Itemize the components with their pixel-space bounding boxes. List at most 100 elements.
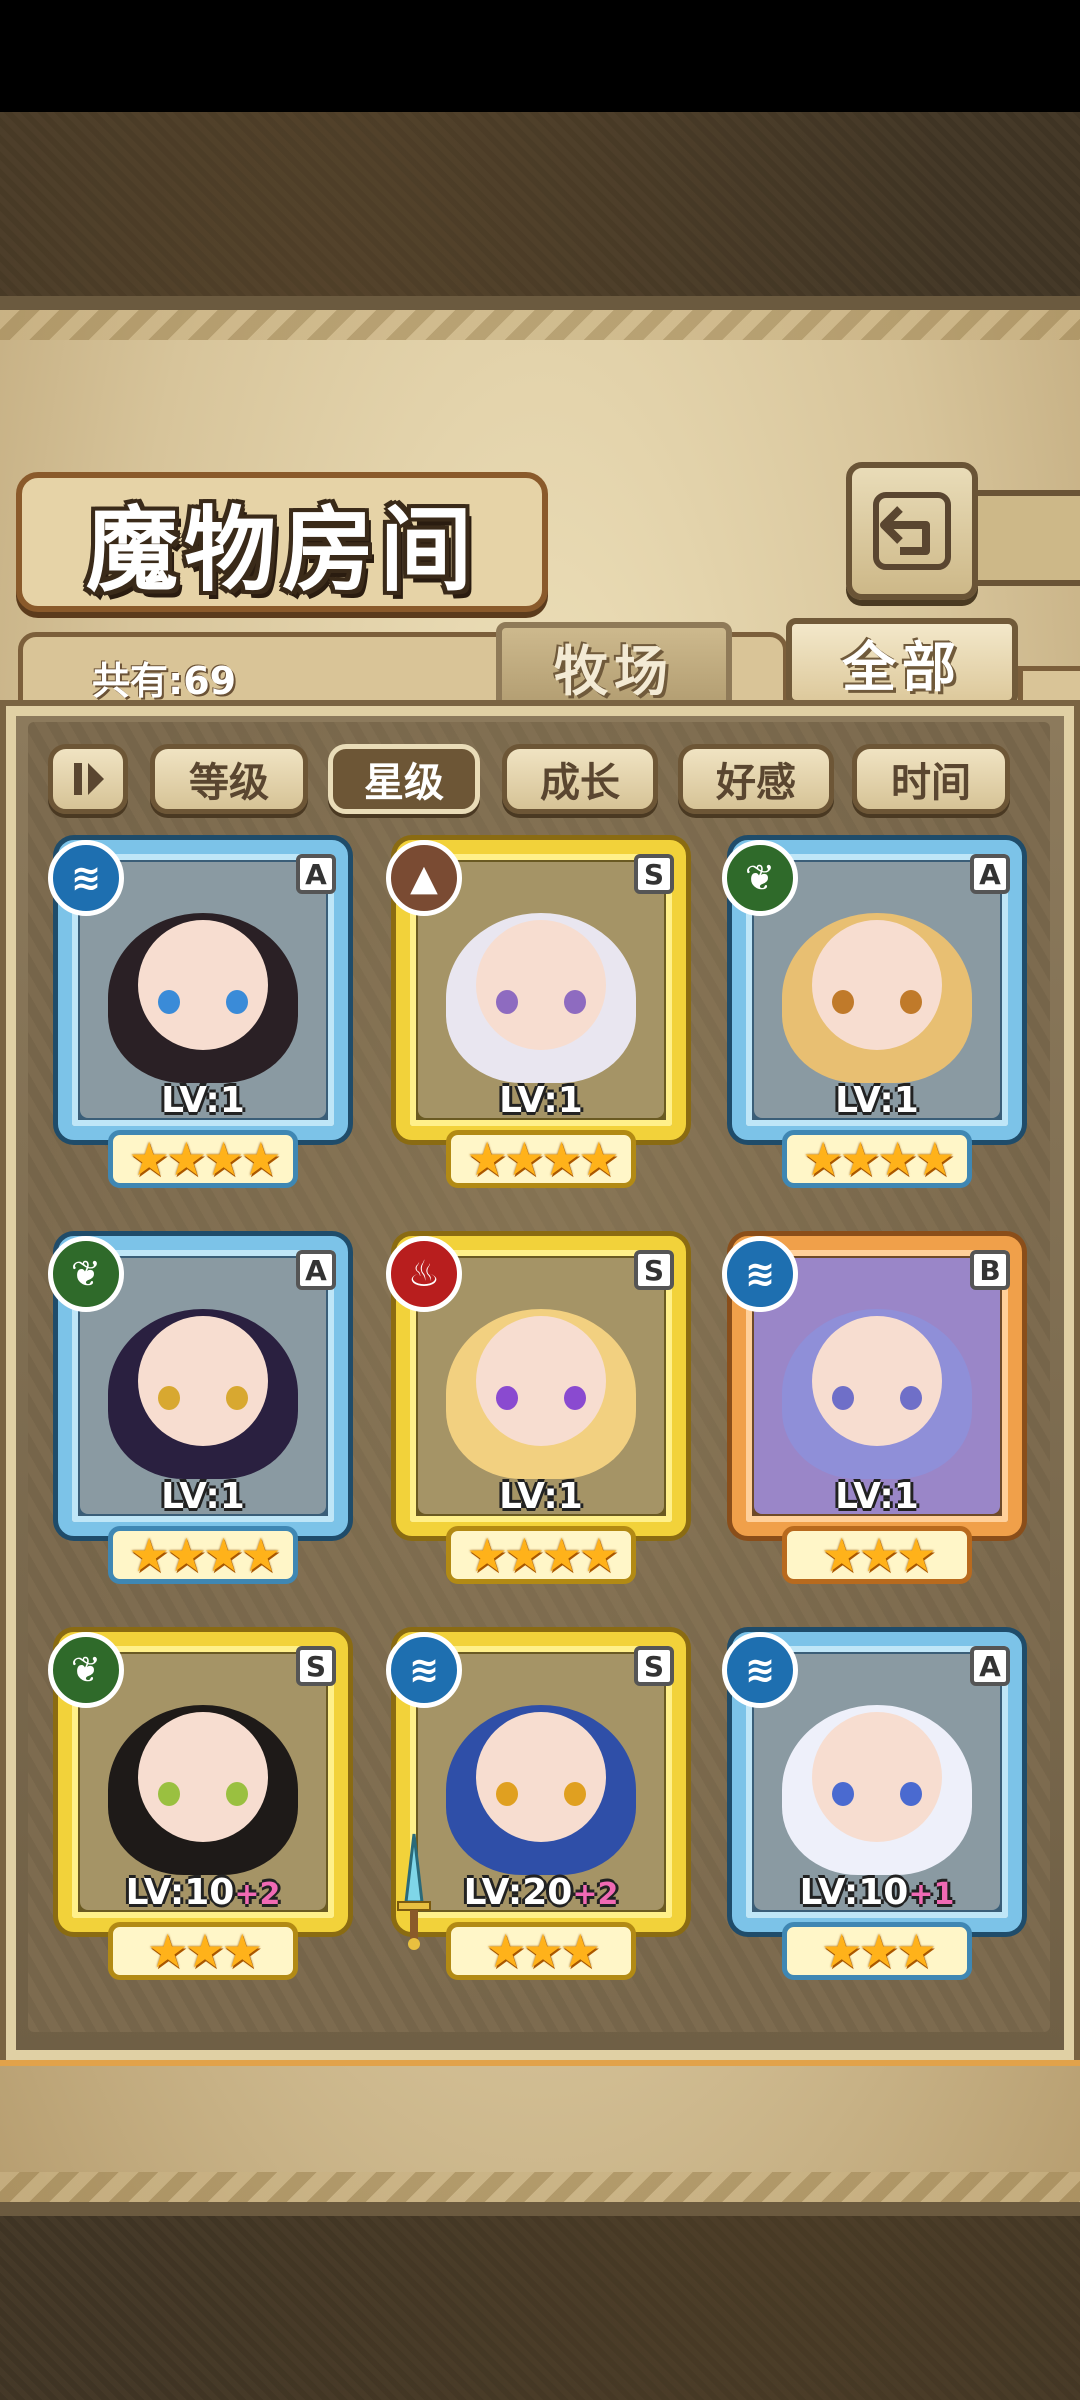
rank-badge: A xyxy=(296,854,336,894)
level-value: LV:1 xyxy=(161,1080,245,1121)
star-rating: ★★★★ xyxy=(802,1132,956,1186)
level-label: LV:10+2 xyxy=(48,1872,358,1913)
level-label: LV:1 xyxy=(386,1080,696,1121)
earth-element-icon: ▲ xyxy=(386,840,462,916)
stars-plate: ★★★★ xyxy=(446,1130,636,1188)
stars-plate: ★★★★ xyxy=(446,1526,636,1584)
level-label: LV:10+1 xyxy=(722,1872,1032,1913)
sort-toggle-icon xyxy=(74,763,104,795)
monster-card[interactable]: A ❦ LV:1 ★★★★ xyxy=(48,1236,358,1584)
star-rating: ★★★★ xyxy=(128,1132,282,1186)
back-rail xyxy=(964,490,1080,586)
title-plate: 魔物房间 xyxy=(16,472,548,612)
monster-card[interactable]: B ≋ LV:1 ★★★ xyxy=(722,1236,1032,1584)
level-label: LV:1 xyxy=(48,1476,358,1517)
rank-badge: A xyxy=(970,1646,1010,1686)
rank-badge: S xyxy=(634,1646,674,1686)
tab-all[interactable]: 全部 xyxy=(786,618,1018,706)
stars-plate: ★★★ xyxy=(446,1922,636,1980)
portrait-eyes xyxy=(158,1386,248,1410)
monster-card[interactable]: S ❦ LV:10+2 ★★★ xyxy=(48,1632,358,1980)
tab-ranch[interactable]: 牧场 xyxy=(496,622,732,710)
portrait-face xyxy=(476,919,606,1050)
stars-plate: ★★★ xyxy=(108,1922,298,1980)
level-label: LV:1 xyxy=(722,1476,1032,1517)
page-title: 魔物房间 xyxy=(85,495,478,604)
rank-badge: S xyxy=(296,1646,336,1686)
portrait-face xyxy=(476,1711,606,1842)
monster-card[interactable]: S ≋ LV:20+2 ★★★ xyxy=(386,1632,696,1980)
portrait-face xyxy=(812,919,942,1050)
level-label: LV:1 xyxy=(386,1476,696,1517)
portrait-face xyxy=(138,919,268,1050)
portrait-eyes xyxy=(832,1386,922,1410)
filter-level[interactable]: 等级 xyxy=(150,744,308,814)
level-value: LV:1 xyxy=(499,1476,583,1517)
wood-element-icon: ❦ xyxy=(722,840,798,916)
monster-card[interactable]: S ▲ LV:1 ★★★★ xyxy=(386,840,696,1188)
star-rating: ★★★★ xyxy=(466,1528,620,1582)
star-rating: ★★★★ xyxy=(128,1528,282,1582)
level-value: LV:1 xyxy=(835,1080,919,1121)
stars-plate: ★★★★ xyxy=(782,1130,972,1188)
portrait-eyes xyxy=(832,1782,922,1806)
level-label: LV:1 xyxy=(48,1080,358,1121)
monster-card[interactable]: A ≋ LV:1 ★★★★ xyxy=(48,840,358,1188)
portrait-eyes xyxy=(496,1782,586,1806)
portrait-face xyxy=(812,1711,942,1842)
portrait-face xyxy=(138,1315,268,1446)
level-value: LV:10 xyxy=(799,1872,909,1913)
star-rating: ★★★ xyxy=(485,1924,601,1978)
star-rating: ★★★★ xyxy=(466,1132,620,1186)
stars-plate: ★★★ xyxy=(782,1922,972,1980)
water-element-icon: ≋ xyxy=(386,1632,462,1708)
wood-element-icon: ❦ xyxy=(48,1236,124,1312)
rank-badge: B xyxy=(970,1250,1010,1290)
portrait-eyes xyxy=(496,1386,586,1410)
panel-bottom-line xyxy=(0,2060,1080,2066)
portrait-face xyxy=(812,1315,942,1446)
level-plus: +2 xyxy=(234,1877,281,1912)
fire-element-icon: ♨ xyxy=(386,1236,462,1312)
monster-card[interactable]: S ♨ LV:1 ★★★★ xyxy=(386,1236,696,1584)
back-arrow-icon xyxy=(873,492,951,570)
monster-card[interactable]: A ≋ LV:10+1 ★★★ xyxy=(722,1632,1032,1980)
level-plus: +2 xyxy=(572,1877,619,1912)
portrait-eyes xyxy=(496,990,586,1014)
rank-badge: A xyxy=(970,854,1010,894)
level-plus: +1 xyxy=(908,1877,955,1912)
stars-plate: ★★★ xyxy=(782,1526,972,1584)
filter-star[interactable]: 星级 xyxy=(328,744,480,814)
stars-plate: ★★★★ xyxy=(108,1526,298,1584)
star-rating: ★★★ xyxy=(821,1924,937,1978)
water-element-icon: ≋ xyxy=(722,1632,798,1708)
stars-plate: ★★★★ xyxy=(108,1130,298,1188)
panel-edge-bottom xyxy=(0,2172,1080,2202)
panel-edge-top xyxy=(0,310,1080,340)
level-value: LV:1 xyxy=(499,1080,583,1121)
sword-icon xyxy=(394,1832,434,1952)
portrait-face xyxy=(138,1711,268,1842)
star-rating: ★★★ xyxy=(821,1528,937,1582)
rank-badge: A xyxy=(296,1250,336,1290)
back-button[interactable] xyxy=(846,462,978,600)
star-rating: ★★★ xyxy=(147,1924,263,1978)
level-value: LV:1 xyxy=(161,1476,245,1517)
rank-badge: S xyxy=(634,1250,674,1290)
portrait-eyes xyxy=(832,990,922,1014)
wood-element-icon: ❦ xyxy=(48,1632,124,1708)
portrait-eyes xyxy=(158,990,248,1014)
filter-affection[interactable]: 好感 xyxy=(678,744,834,814)
sort-order-button[interactable] xyxy=(48,744,128,814)
filter-time[interactable]: 时间 xyxy=(852,744,1010,814)
rank-badge: S xyxy=(634,854,674,894)
level-value: LV:1 xyxy=(835,1476,919,1517)
level-label: LV:1 xyxy=(722,1080,1032,1121)
monster-count: 共有:69 xyxy=(92,659,237,703)
monster-card[interactable]: A ❦ LV:1 ★★★★ xyxy=(722,840,1032,1188)
portrait-face xyxy=(476,1315,606,1446)
water-element-icon: ≋ xyxy=(48,840,124,916)
filter-growth[interactable]: 成长 xyxy=(502,744,658,814)
level-value: LV:10 xyxy=(125,1872,235,1913)
level-value: LV:20 xyxy=(463,1872,573,1913)
